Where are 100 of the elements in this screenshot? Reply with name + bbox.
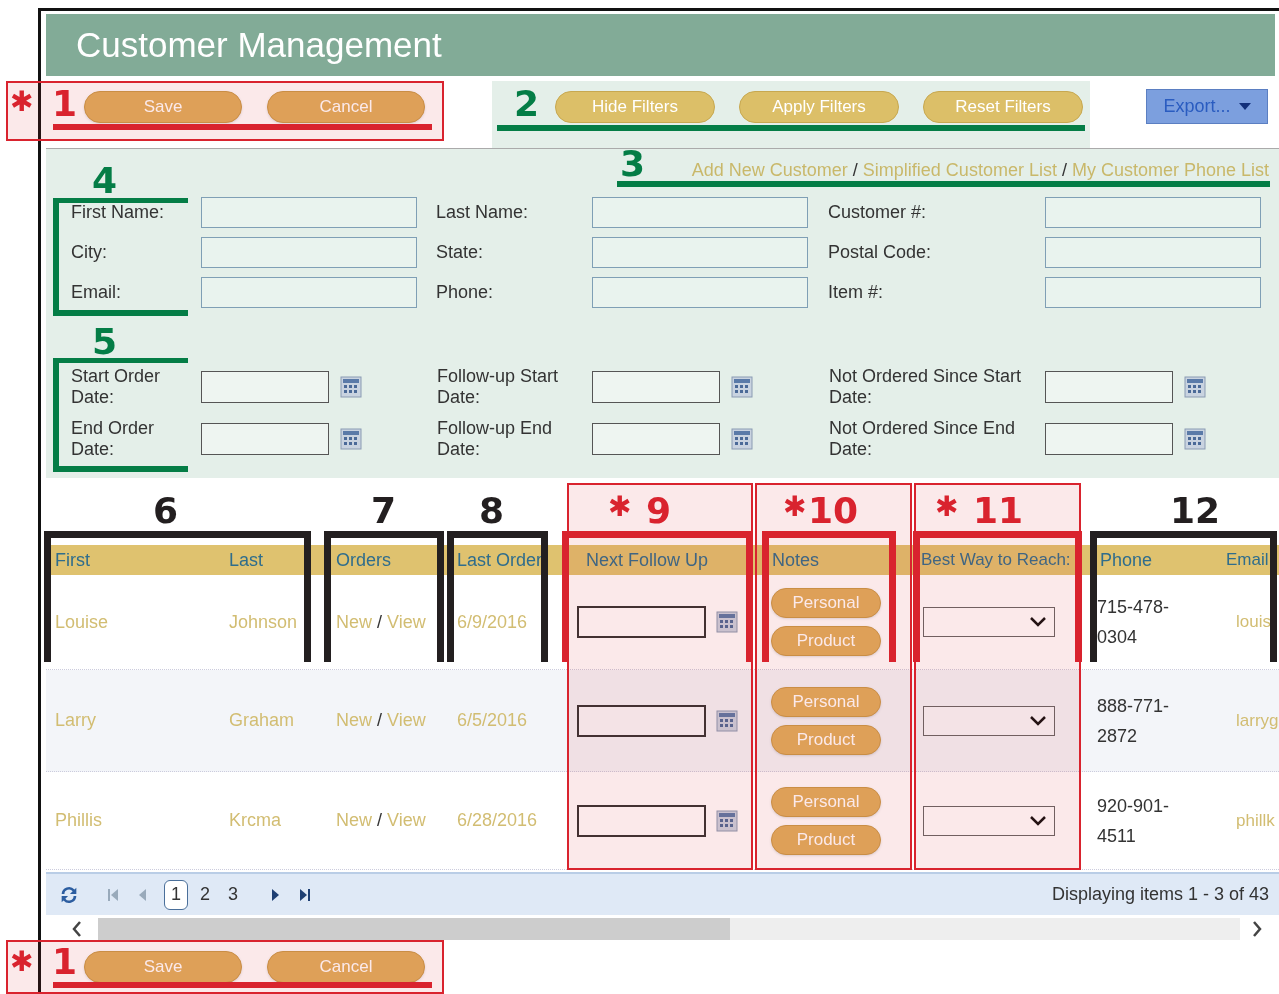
calendar-icon[interactable] [1184, 376, 1206, 398]
column-header[interactable]: Last Order [457, 549, 543, 570]
note-button[interactable]: Product [771, 626, 881, 656]
field-label: Customer #: [828, 200, 928, 224]
input-field[interactable] [1045, 196, 1261, 228]
link[interactable]: View [387, 707, 426, 734]
next-page-icon[interactable] [272, 888, 281, 901]
table-cell-text: 920-901-4511 [1097, 794, 1171, 848]
link[interactable]: New [336, 608, 372, 636]
calendar-icon[interactable] [716, 809, 738, 832]
calendar-icon[interactable] [731, 376, 753, 398]
column-header[interactable]: Notes [772, 549, 820, 570]
note-button[interactable]: Product [771, 824, 881, 855]
input-field[interactable] [201, 236, 417, 268]
column-header[interactable]: Email [1226, 550, 1269, 570]
field-label: Not Ordered Since Start Date: [829, 366, 1023, 408]
page-number[interactable]: 3 [222, 879, 245, 910]
action-button[interactable]: Save [84, 91, 242, 123]
annotation-number: 8 [479, 491, 505, 531]
chevron-icon[interactable] [1030, 617, 1046, 627]
link[interactable]: Simplified Customer List [862, 157, 1057, 189]
field-label: First Name: [71, 200, 165, 224]
date-field[interactable] [1045, 371, 1173, 403]
asterisk-mark: ✱ [10, 946, 34, 978]
filter-button[interactable]: Reset Filters [923, 91, 1083, 123]
scroll-left-icon[interactable] [72, 921, 82, 937]
input-field[interactable] [1045, 276, 1261, 308]
asterisk-mark: ✱ [783, 491, 807, 523]
annotation-number: 6 [153, 491, 179, 531]
annotation-number: 10 [808, 491, 859, 531]
link-separator: / [377, 809, 383, 832]
link[interactable]: New [336, 807, 372, 834]
chevron-icon[interactable] [1030, 715, 1046, 726]
annotation-number: 12 [1170, 491, 1221, 531]
field-label: Follow-up End Date: [437, 418, 554, 460]
column-header[interactable]: Phone [1100, 549, 1153, 570]
scroll-right-icon[interactable] [1252, 921, 1262, 937]
link[interactable]: Add New Customer [691, 157, 848, 189]
link[interactable]: louis [1236, 609, 1271, 635]
chevron-icon[interactable] [1030, 815, 1046, 826]
table-cell-text: 888-771-2872 [1097, 694, 1171, 748]
annotation-number: 1 [52, 84, 78, 124]
calendar-icon[interactable] [1184, 428, 1206, 450]
input-field[interactable] [1045, 236, 1261, 268]
date-field[interactable] [201, 371, 329, 403]
field-label: Postal Code: [828, 240, 933, 264]
column-header[interactable]: Best Way to Reach: [921, 550, 1071, 570]
column-header[interactable]: Last [229, 549, 264, 570]
calendar-icon[interactable] [716, 709, 738, 732]
input-field[interactable] [201, 196, 417, 228]
last-page-icon[interactable] [300, 888, 311, 901]
input-field[interactable] [592, 196, 808, 228]
page-number[interactable]: 2 [194, 879, 217, 910]
table-cell-text: Louise [55, 610, 109, 634]
link-separator: / [377, 610, 383, 634]
field-label: City: [71, 240, 108, 264]
action-button[interactable]: Cancel [267, 91, 425, 123]
calendar-icon[interactable] [731, 428, 753, 450]
calendar-icon[interactable] [716, 611, 738, 633]
link[interactable]: View [387, 608, 426, 636]
scrollbar-thumb[interactable] [98, 918, 730, 940]
filter-button[interactable]: Apply Filters [739, 91, 899, 123]
date-field[interactable] [1045, 423, 1173, 455]
table-cell-text: Graham [229, 709, 295, 732]
link[interactable]: New [336, 707, 372, 734]
caret-icon[interactable] [1238, 103, 1251, 110]
link[interactable]: larryg [1236, 707, 1279, 734]
link[interactable]: My Customer Phone List [1071, 157, 1269, 189]
date-field[interactable] [201, 423, 329, 455]
page-number[interactable]: 1 [164, 879, 188, 910]
action-button[interactable]: Save [84, 951, 242, 983]
field-label: Start Order Date: [71, 366, 162, 408]
export-button[interactable]: Export... [1146, 89, 1268, 124]
asterisk-mark: ✱ [10, 86, 34, 118]
field-label: Email: [71, 280, 122, 304]
field-label: Last Name: [436, 200, 530, 224]
link-separator: / [852, 159, 858, 182]
link[interactable]: View [387, 807, 426, 834]
table-cell-text: Johnson [229, 610, 298, 634]
note-button[interactable]: Product [771, 724, 881, 755]
note-button[interactable]: Personal [771, 588, 881, 618]
note-button[interactable]: Personal [771, 786, 881, 817]
annotation-number: 11 [973, 491, 1024, 531]
column-header[interactable]: Next Follow Up [586, 549, 709, 570]
input-field[interactable] [592, 276, 808, 308]
action-button[interactable]: Cancel [267, 951, 425, 983]
column-header[interactable]: Orders [336, 549, 391, 570]
input-field[interactable] [592, 236, 808, 268]
calendar-icon[interactable] [340, 428, 362, 450]
date-field[interactable] [592, 371, 720, 403]
calendar-icon[interactable] [340, 376, 362, 398]
scrollbar-track[interactable] [98, 918, 1240, 940]
field-label: Follow-up Start Date: [437, 366, 560, 408]
link[interactable]: phillk [1236, 807, 1275, 834]
input-field[interactable] [201, 276, 417, 308]
date-field[interactable] [592, 423, 720, 455]
column-header[interactable]: First [55, 549, 90, 570]
table-cell-text: Krcma [229, 809, 281, 832]
filter-button[interactable]: Hide Filters [555, 91, 715, 123]
note-button[interactable]: Personal [771, 686, 881, 717]
